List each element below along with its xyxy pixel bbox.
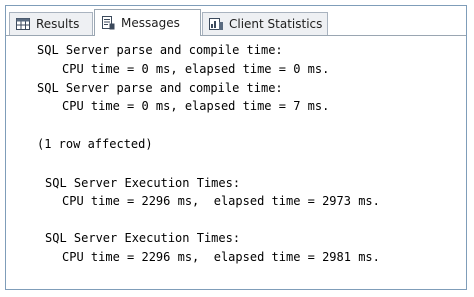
message-line: CPU time = 2296 ms, elapsed time = 2973 … [62, 194, 380, 208]
tab-messages-label: Messages [121, 16, 180, 30]
messages-icon [102, 16, 115, 30]
tab-client-statistics[interactable]: Client Statistics [202, 12, 328, 35]
message-line: CPU time = 0 ms, elapsed time = 0 ms. [62, 62, 330, 76]
query-output-panel: Results Messages Client Statistics SQL S… [5, 5, 467, 290]
message-line: (1 row affected) [37, 137, 153, 151]
messages-pane: SQL Server parse and compile time: CPU t… [6, 37, 466, 289]
tab-client-statistics-label: Client Statistics [229, 17, 323, 31]
tab-results[interactable]: Results [9, 12, 93, 35]
message-line: SQL Server Execution Times: [45, 176, 241, 190]
message-line: SQL Server parse and compile time: [37, 43, 283, 57]
client-statistics-icon [209, 18, 223, 30]
message-line: CPU time = 2296 ms, elapsed time = 2981 … [62, 250, 380, 264]
message-line: CPU time = 0 ms, elapsed time = 7 ms. [62, 99, 330, 113]
result-tabs: Results Messages Client Statistics [6, 6, 466, 36]
tab-messages[interactable]: Messages [94, 9, 201, 36]
message-line: SQL Server parse and compile time: [37, 81, 283, 95]
tab-baseline [6, 35, 466, 36]
message-line: SQL Server Execution Times: [45, 231, 241, 245]
tab-results-label: Results [36, 17, 80, 31]
grid-icon [16, 18, 30, 30]
